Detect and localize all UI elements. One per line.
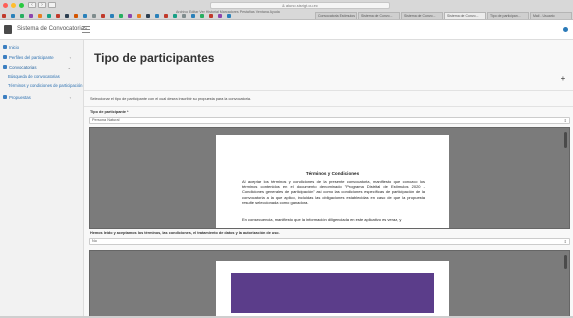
sidebar-item-propuestas[interactable]: Propuestas ‹ xyxy=(0,92,83,102)
bookmark-icon[interactable] xyxy=(38,14,42,18)
bookmark-icon[interactable] xyxy=(119,14,123,18)
sidebar-subitem-terminos[interactable]: Términos y condiciones de participación xyxy=(0,83,83,88)
megaphone-icon xyxy=(3,65,7,69)
menu-toggle-icon[interactable] xyxy=(82,26,90,33)
bookmark-icon[interactable] xyxy=(2,14,6,18)
bookmarks-bar xyxy=(2,13,231,19)
user-icon xyxy=(3,55,7,59)
sidebar-item-perfiles[interactable]: Perfiles del participante ‹ xyxy=(0,52,83,62)
bookmark-icon[interactable] xyxy=(47,14,51,18)
browser-tab[interactable]: Convocatoria Estímulos xyxy=(315,12,357,19)
app-logo xyxy=(4,25,12,34)
sidebar-subitem-busqueda[interactable]: Búsqueda de convocatorias xyxy=(0,74,83,79)
sidebar-item-label: Inicio xyxy=(9,44,20,50)
terms-document-viewer[interactable]: Términos y Condiciones Al aceptar los té… xyxy=(89,127,570,229)
sidebar-item-convocatorias[interactable]: Convocatorias ⌄ xyxy=(0,62,83,72)
document-page: Términos y Condiciones Al aceptar los té… xyxy=(216,135,449,228)
app-title: Sistema de Convocatorias xyxy=(17,26,88,32)
bookmark-icon[interactable] xyxy=(218,14,222,18)
browser-tab[interactable]: Mail - Usuario xyxy=(530,12,572,19)
bookmark-icon[interactable] xyxy=(74,14,78,18)
document-title: Términos y Condiciones xyxy=(305,171,360,176)
sidebar-toggle-button[interactable] xyxy=(48,2,56,8)
bookmark-icon[interactable] xyxy=(209,14,213,18)
bookmark-icon[interactable] xyxy=(173,14,177,18)
back-button[interactable]: ‹ xyxy=(28,2,36,8)
sidebar-item-label: Propuestas xyxy=(9,94,31,100)
chevron-down-icon: ⇕ xyxy=(563,118,567,123)
bookmark-icon[interactable] xyxy=(11,14,15,18)
divider xyxy=(84,90,573,91)
browser-tab[interactable]: Sistema de Convo... xyxy=(444,12,486,19)
instructions-text: Seleccionar el tipo de participante con … xyxy=(90,97,252,101)
bookmark-icon[interactable] xyxy=(65,14,69,18)
document-page xyxy=(216,261,449,317)
document-paragraph: Al aceptar los términos y condiciones de… xyxy=(242,179,425,205)
chevron-icon: ‹ xyxy=(69,55,71,60)
forward-button[interactable]: › xyxy=(38,2,46,8)
close-window-button[interactable] xyxy=(3,3,8,8)
sidebar: Inicio Perfiles del participante ‹ Convo… xyxy=(0,40,84,318)
app-header: Sistema de Convocatorias xyxy=(0,20,573,40)
browser-tab[interactable]: Sistema de Convo... xyxy=(358,12,400,19)
authorization-document-viewer[interactable] xyxy=(89,250,570,318)
accept-terms-select[interactable]: No ⇕ xyxy=(89,238,570,245)
sidebar-item-label: Perfiles del participante xyxy=(9,54,54,60)
user-avatar-icon[interactable] xyxy=(563,27,568,32)
gear-icon xyxy=(3,95,7,99)
bookmark-icon[interactable] xyxy=(164,14,168,18)
participant-type-select[interactable]: Persona Natural ⇕ xyxy=(89,117,570,124)
maximize-window-button[interactable] xyxy=(19,3,24,8)
bookmark-icon[interactable] xyxy=(110,14,114,18)
bookmark-icon[interactable] xyxy=(92,14,96,18)
window-controls xyxy=(3,3,24,8)
sidebar-item-inicio[interactable]: Inicio xyxy=(0,42,83,52)
address-bar[interactable]: & aluno.sisrigt.cu.ec xyxy=(210,2,390,9)
accept-terms-value: No xyxy=(92,239,97,243)
page-title: Tipo de participantes xyxy=(94,51,215,65)
chevron-down-icon: ⌄ xyxy=(67,65,71,70)
viewer-scrollbar[interactable] xyxy=(564,132,567,148)
document-image xyxy=(231,273,434,313)
document-paragraph: En consecuencia, manifiesto que la infor… xyxy=(242,217,402,222)
main-content: Tipo de participantes + Seleccionar el t… xyxy=(84,40,573,318)
browser-tab[interactable]: Tipo de participan... xyxy=(487,12,529,19)
bookmark-icon[interactable] xyxy=(182,14,186,18)
bookmark-icon[interactable] xyxy=(191,14,195,18)
viewer-scrollbar[interactable] xyxy=(564,255,567,269)
bookmark-icon[interactable] xyxy=(20,14,24,18)
bookmark-icon[interactable] xyxy=(146,14,150,18)
bookmark-icon[interactable] xyxy=(56,14,60,18)
chevron-icon: ‹ xyxy=(69,95,71,100)
minimize-window-button[interactable] xyxy=(11,3,16,8)
tab-strip: Convocatoria Estímulos Sistema de Convo..… xyxy=(315,12,572,19)
accept-terms-label: Hemos leído y aceptamos los términos, la… xyxy=(90,231,280,235)
add-button[interactable]: + xyxy=(559,75,567,83)
browser-tab[interactable]: Sistema de Convo... xyxy=(401,12,443,19)
bookmark-icon[interactable] xyxy=(200,14,204,18)
chevron-down-icon: ⇕ xyxy=(563,239,567,244)
home-icon xyxy=(3,45,7,49)
bookmark-icon[interactable] xyxy=(128,14,132,18)
bookmark-icon[interactable] xyxy=(227,14,231,18)
sidebar-item-label: Convocatorias xyxy=(9,64,37,70)
participant-type-value: Persona Natural xyxy=(92,118,120,122)
participant-type-label: Tipo de participante * xyxy=(90,110,129,114)
browser-chrome: ‹ › & aluno.sisrigt.cu.ec Archivo Editar… xyxy=(0,0,573,20)
bookmark-icon[interactable] xyxy=(29,14,33,18)
bookmark-icon[interactable] xyxy=(83,14,87,18)
divider xyxy=(84,106,573,107)
bookmark-icon[interactable] xyxy=(101,14,105,18)
bookmark-icon[interactable] xyxy=(137,14,141,18)
bookmark-icon[interactable] xyxy=(155,14,159,18)
